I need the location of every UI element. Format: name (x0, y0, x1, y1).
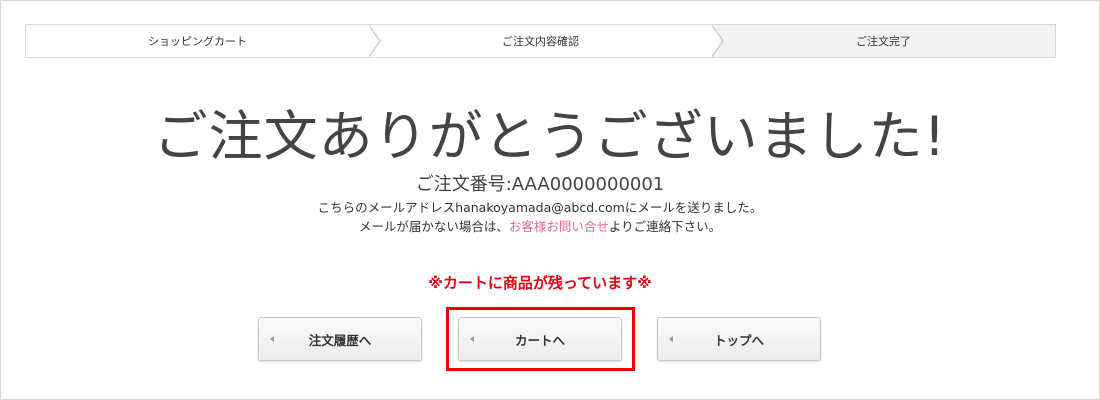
step-order-complete: ご注文完了 (712, 25, 1055, 57)
contact-message-prefix: メールが届かない場合は、 (358, 219, 509, 234)
step-shopping-cart: ショッピングカート (26, 25, 381, 57)
mail-sent-message: こちらのメールアドレスhanakoyamada@abcd.comにメールを送りま… (317, 200, 763, 215)
step-label: ショッピングカート (148, 35, 247, 48)
contact-link[interactable]: お客様お問い合せ (509, 219, 609, 234)
step-arrow-icon (711, 25, 724, 57)
order-history-button[interactable]: 注文履歴へ (258, 317, 422, 361)
step-arrow-icon (368, 25, 381, 57)
triangle-left-icon (669, 336, 673, 342)
order-history-button-label: 注文履歴へ (308, 332, 372, 348)
page-title: ご注文ありがとうございました! (153, 105, 947, 168)
step-label: ご注文完了 (856, 35, 911, 48)
checkout-steps: ショッピングカート ご注文内容確認 ご注文完了 (25, 24, 1056, 58)
triangle-left-icon (470, 336, 474, 342)
triangle-left-icon (270, 336, 274, 342)
order-number: ご注文番号:AAA0000000001 (415, 174, 665, 195)
contact-message-suffix: よりご連絡下さい。 (608, 219, 722, 234)
cart-remaining-notice: ※カートに商品が残っています※ (428, 274, 652, 292)
contact-message: メールが届かない場合は、お客様お問い合せよりご連絡下さい。 (0, 216, 1080, 235)
top-page-button[interactable]: トップへ (657, 317, 821, 361)
top-page-button-label: トップへ (713, 332, 764, 348)
cart-button[interactable]: カートへ (458, 317, 622, 361)
step-order-confirm: ご注文内容確認 (369, 25, 724, 57)
cart-button-label: カートへ (514, 332, 565, 348)
step-label: ご注文内容確認 (502, 35, 579, 48)
